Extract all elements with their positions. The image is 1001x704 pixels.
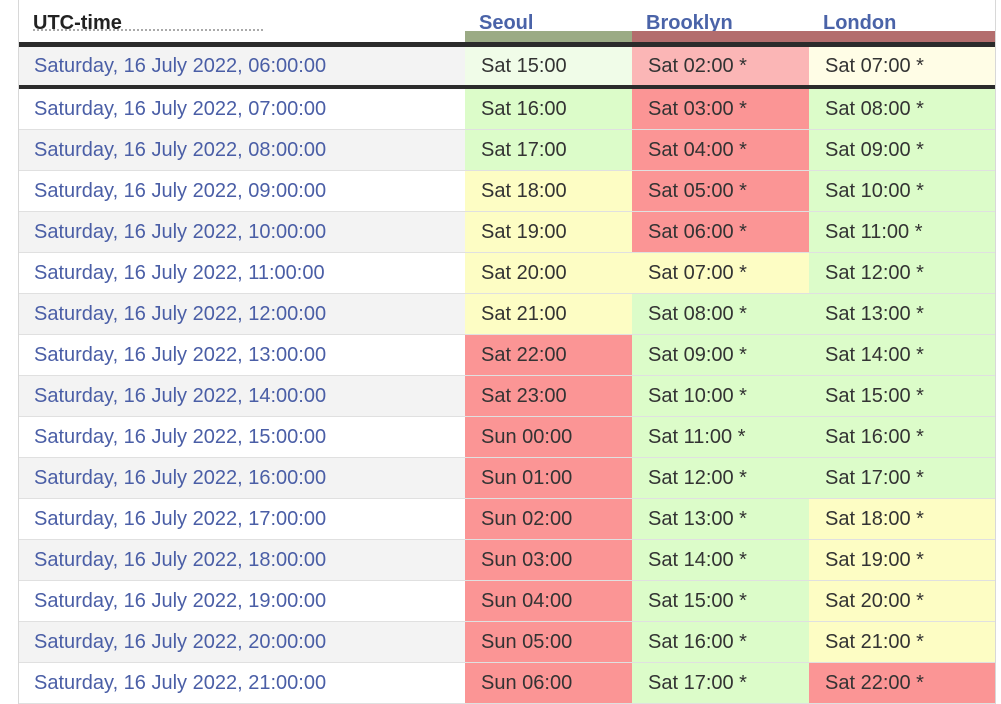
header-city-brooklyn[interactable]: Brooklyn [632, 0, 809, 45]
local-time-cell: Sat 17:00 [465, 129, 632, 171]
utc-time-cell[interactable]: Saturday, 16 July 2022, 21:00:00 [19, 662, 465, 704]
local-time-cell: Sat 21:00 * [809, 621, 995, 663]
local-time-cell: Sat 07:00 * [809, 42, 995, 89]
table-body: Saturday, 16 July 2022, 06:00:00 Sat 15:0… [19, 42, 995, 704]
table-row: Saturday, 16 July 2022, 11:00:00 Sat 20:0… [19, 252, 995, 294]
local-time-cell: Sat 10:00 * [632, 375, 809, 417]
table-row: Saturday, 16 July 2022, 13:00:00 Sat 22:0… [19, 334, 995, 376]
local-time-cell: Sat 13:00 * [809, 293, 995, 335]
utc-time-cell[interactable]: Saturday, 16 July 2022, 07:00:00 [19, 87, 465, 130]
utc-time-cell[interactable]: Saturday, 16 July 2022, 19:00:00 [19, 580, 465, 622]
local-time-cell: Sat 15:00 * [632, 580, 809, 622]
utc-time-cell[interactable]: Saturday, 16 July 2022, 17:00:00 [19, 498, 465, 540]
local-time-cell: Sat 15:00 [465, 42, 632, 89]
local-time-cell: Sat 02:00 * [632, 42, 809, 89]
utc-time-cell[interactable]: Saturday, 16 July 2022, 14:00:00 [19, 375, 465, 417]
local-time-cell: Sat 06:00 * [632, 211, 809, 253]
header-color-strip [632, 31, 809, 42]
header-city-seoul[interactable]: Seoul [465, 0, 632, 45]
utc-time-cell[interactable]: Saturday, 16 July 2022, 09:00:00 [19, 170, 465, 212]
table-row: Saturday, 16 July 2022, 15:00:00 Sun 00:0… [19, 416, 995, 458]
local-time-cell: Sat 16:00 [465, 87, 632, 130]
local-time-cell: Sat 13:00 * [632, 498, 809, 540]
utc-time-cell[interactable]: Saturday, 16 July 2022, 20:00:00 [19, 621, 465, 663]
local-time-cell: Sat 17:00 * [809, 457, 995, 499]
local-time-cell: Sun 00:00 [465, 416, 632, 458]
local-time-cell: Sat 09:00 * [632, 334, 809, 376]
local-time-cell: Sat 14:00 * [632, 539, 809, 581]
scrolled-text-remnant [33, 29, 263, 34]
utc-time-cell[interactable]: Saturday, 16 July 2022, 12:00:00 [19, 293, 465, 335]
time-zone-table: UTC-time Seoul Brooklyn London Saturday,… [19, 0, 995, 704]
local-time-cell: Sat 08:00 * [632, 293, 809, 335]
local-time-cell: Sun 06:00 [465, 662, 632, 704]
local-time-cell: Sat 22:00 * [809, 662, 995, 704]
local-time-cell: Sat 20:00 * [809, 580, 995, 622]
table-row: Saturday, 16 July 2022, 18:00:00 Sun 03:0… [19, 539, 995, 581]
table-row: Saturday, 16 July 2022, 16:00:00 Sun 01:0… [19, 457, 995, 499]
table-header-row: UTC-time Seoul Brooklyn London [19, 0, 995, 45]
local-time-cell: Sat 03:00 * [632, 87, 809, 130]
utc-time-cell[interactable]: Saturday, 16 July 2022, 08:00:00 [19, 129, 465, 171]
local-time-cell: Sat 19:00 [465, 211, 632, 253]
local-time-cell: Sat 04:00 * [632, 129, 809, 171]
table-row: Saturday, 16 July 2022, 09:00:00 Sat 18:0… [19, 170, 995, 212]
local-time-cell: Sat 20:00 [465, 252, 632, 294]
local-time-cell: Sat 21:00 [465, 293, 632, 335]
local-time-cell: Sat 08:00 * [809, 87, 995, 130]
local-time-cell: Sat 10:00 * [809, 170, 995, 212]
local-time-cell: Sun 05:00 [465, 621, 632, 663]
local-time-cell: Sat 12:00 * [809, 252, 995, 294]
header-city-london[interactable]: London [809, 0, 995, 45]
local-time-cell: Sun 02:00 [465, 498, 632, 540]
utc-time-cell[interactable]: Saturday, 16 July 2022, 10:00:00 [19, 211, 465, 253]
local-time-cell: Sat 15:00 * [809, 375, 995, 417]
utc-time-cell[interactable]: Saturday, 16 July 2022, 06:00:00 [19, 42, 465, 89]
header-color-strip [465, 31, 632, 42]
local-time-cell: Sat 12:00 * [632, 457, 809, 499]
local-time-cell: Sun 04:00 [465, 580, 632, 622]
local-time-cell: Sat 18:00 * [809, 498, 995, 540]
local-time-cell: Sat 22:00 [465, 334, 632, 376]
table-row: Saturday, 16 July 2022, 12:00:00 Sat 21:0… [19, 293, 995, 335]
local-time-cell: Sat 18:00 [465, 170, 632, 212]
local-time-cell: Sat 19:00 * [809, 539, 995, 581]
local-time-cell: Sat 09:00 * [809, 129, 995, 171]
local-time-cell: Sat 14:00 * [809, 334, 995, 376]
local-time-cell: Sat 17:00 * [632, 662, 809, 704]
table-row: Saturday, 16 July 2022, 20:00:00 Sun 05:0… [19, 621, 995, 663]
time-zone-table-panel: UTC-time Seoul Brooklyn London Saturday,… [18, 0, 996, 704]
utc-time-cell[interactable]: Saturday, 16 July 2022, 15:00:00 [19, 416, 465, 458]
header-color-strip [809, 31, 995, 42]
table-row: Saturday, 16 July 2022, 19:00:00 Sun 04:0… [19, 580, 995, 622]
table-row: Saturday, 16 July 2022, 08:00:00 Sat 17:0… [19, 129, 995, 171]
utc-time-cell[interactable]: Saturday, 16 July 2022, 13:00:00 [19, 334, 465, 376]
table-row: Saturday, 16 July 2022, 17:00:00 Sun 02:0… [19, 498, 995, 540]
header-utc-time: UTC-time [19, 0, 465, 45]
table-row: Saturday, 16 July 2022, 10:00:00 Sat 19:0… [19, 211, 995, 253]
utc-time-cell[interactable]: Saturday, 16 July 2022, 18:00:00 [19, 539, 465, 581]
utc-time-cell[interactable]: Saturday, 16 July 2022, 16:00:00 [19, 457, 465, 499]
local-time-cell: Sat 11:00 * [632, 416, 809, 458]
local-time-cell: Sat 05:00 * [632, 170, 809, 212]
local-time-cell: Sat 16:00 * [632, 621, 809, 663]
current-hour-row: Saturday, 16 July 2022, 06:00:00 Sat 15:0… [19, 42, 995, 89]
local-time-cell: Sat 16:00 * [809, 416, 995, 458]
local-time-cell: Sat 07:00 * [632, 252, 809, 294]
table-row: Saturday, 16 July 2022, 07:00:00 Sat 16:0… [19, 87, 995, 130]
local-time-cell: Sun 03:00 [465, 539, 632, 581]
table-row: Saturday, 16 July 2022, 14:00:00 Sat 23:0… [19, 375, 995, 417]
table-row: Saturday, 16 July 2022, 21:00:00 Sun 06:0… [19, 662, 995, 704]
local-time-cell: Sun 01:00 [465, 457, 632, 499]
local-time-cell: Sat 11:00 * [809, 211, 995, 253]
local-time-cell: Sat 23:00 [465, 375, 632, 417]
utc-time-cell[interactable]: Saturday, 16 July 2022, 11:00:00 [19, 252, 465, 294]
